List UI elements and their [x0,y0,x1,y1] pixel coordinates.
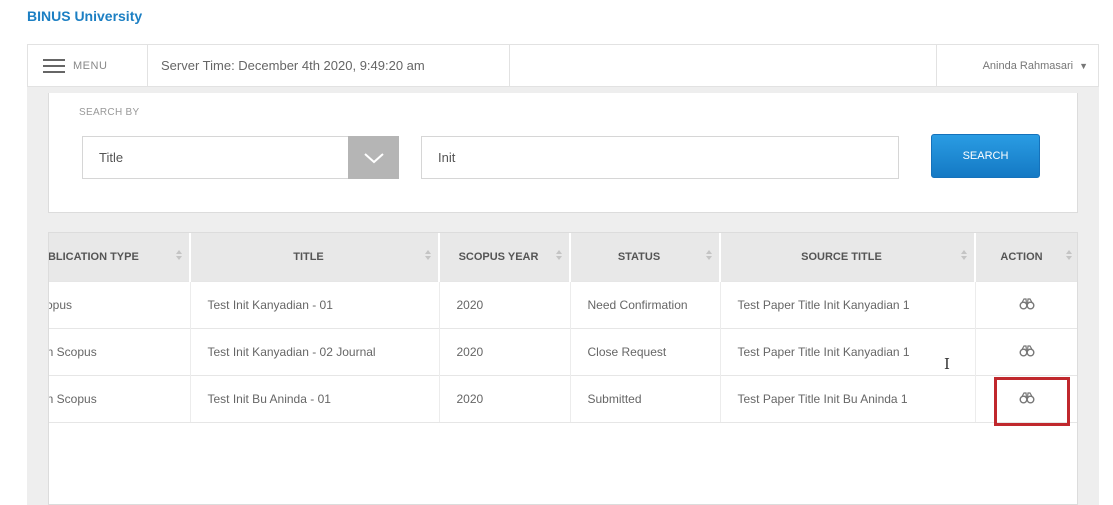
status-cell: Need Confirmation [570,281,721,329]
user-name: Aninda Rahmasari [982,59,1074,72]
publication-type-cell: on Scopus [49,328,191,376]
search-panel: SEARCH BY Title SEARCH [48,93,1078,213]
table-row: on Scopus Test Init Kanyadian - 02 Journ… [49,328,1077,376]
source-title-cell: Test Paper Title Init Kanyadian 1 [720,281,976,329]
sort-icon[interactable] [556,250,563,262]
caret-down-icon: ▼ [1079,60,1088,71]
sort-icon[interactable] [425,250,432,262]
title-cell: Test Init Bu Aninda - 01 [190,375,440,423]
chevron-down-icon[interactable] [348,136,399,179]
menu-button[interactable]: MENU [43,45,107,86]
search-by-label: SEARCH BY [79,107,140,118]
column-header-label: STATUS [617,251,661,263]
column-header-label: SOURCE TITLE [801,251,882,263]
search-by-select[interactable]: Title [82,136,399,179]
table-row: copus Test Init Kanyadian - 01 2020 Need… [49,281,1077,329]
source-title-cell: Test Paper Title Init Bu Aninda 1 [720,375,976,423]
brand-title: BINUS University [27,8,143,24]
results-table: UBLICATION TYPE TITLE SCOPUS YEAR STATUS… [48,233,1077,423]
column-header[interactable]: TITLE [190,233,440,282]
table-header-row: UBLICATION TYPE TITLE SCOPUS YEAR STATUS… [48,233,1077,282]
binoculars-icon[interactable] [1019,345,1035,360]
column-header[interactable]: UBLICATION TYPE [48,233,191,282]
title-cell: Test Init Kanyadian - 01 [190,281,440,329]
sort-icon[interactable] [706,250,713,262]
column-header[interactable]: ACTION [975,233,1077,282]
hamburger-icon [43,58,65,73]
title-cell: Test Init Kanyadian - 02 Journal [190,328,440,376]
main-content: SEARCH BY Title SEARCH UBLICATION TYPE T… [27,87,1099,505]
user-menu[interactable]: Aninda Rahmasari ▼ [983,45,1088,86]
menu-label: MENU [73,59,108,72]
table-row: on Scopus Test Init Bu Aninda - 01 2020 … [49,375,1077,423]
server-time: Server Time: December 4th 2020, 9:49:20 … [161,58,425,73]
top-bar: MENU Server Time: December 4th 2020, 9:4… [27,44,1099,87]
status-cell: Close Request [570,328,721,376]
sort-icon[interactable] [961,250,968,262]
column-header-label: ACTION [1000,251,1043,263]
search-input[interactable] [421,136,899,179]
action-cell [975,328,1077,376]
results-table-panel: UBLICATION TYPE TITLE SCOPUS YEAR STATUS… [48,232,1078,505]
divider [509,45,510,86]
source-title-cell: Test Paper Title Init Kanyadian 1 [720,328,976,376]
action-cell [975,281,1077,329]
sort-icon[interactable] [1066,250,1073,262]
action-cell [975,375,1077,423]
publication-type-cell: copus [49,281,191,329]
binoculars-icon[interactable] [1019,298,1035,313]
search-button[interactable]: SEARCH [931,134,1040,178]
column-header[interactable]: SOURCE TITLE [720,233,976,282]
scopus-year-cell: 2020 [439,328,571,376]
search-by-value: Title [99,150,124,165]
column-header-label: UBLICATION TYPE [48,251,139,263]
publication-type-cell: on Scopus [49,375,191,423]
binoculars-icon[interactable] [1019,392,1035,407]
column-header-label: SCOPUS YEAR [458,251,539,263]
scopus-year-cell: 2020 [439,281,571,329]
sort-icon[interactable] [176,250,183,262]
column-header-label: TITLE [293,251,324,263]
scopus-year-cell: 2020 [439,375,571,423]
divider [936,45,937,86]
column-header[interactable]: SCOPUS YEAR [439,233,571,282]
text-cursor-icon: I [944,355,950,373]
divider [147,45,148,86]
status-cell: Submitted [570,375,721,423]
column-header[interactable]: STATUS [570,233,721,282]
